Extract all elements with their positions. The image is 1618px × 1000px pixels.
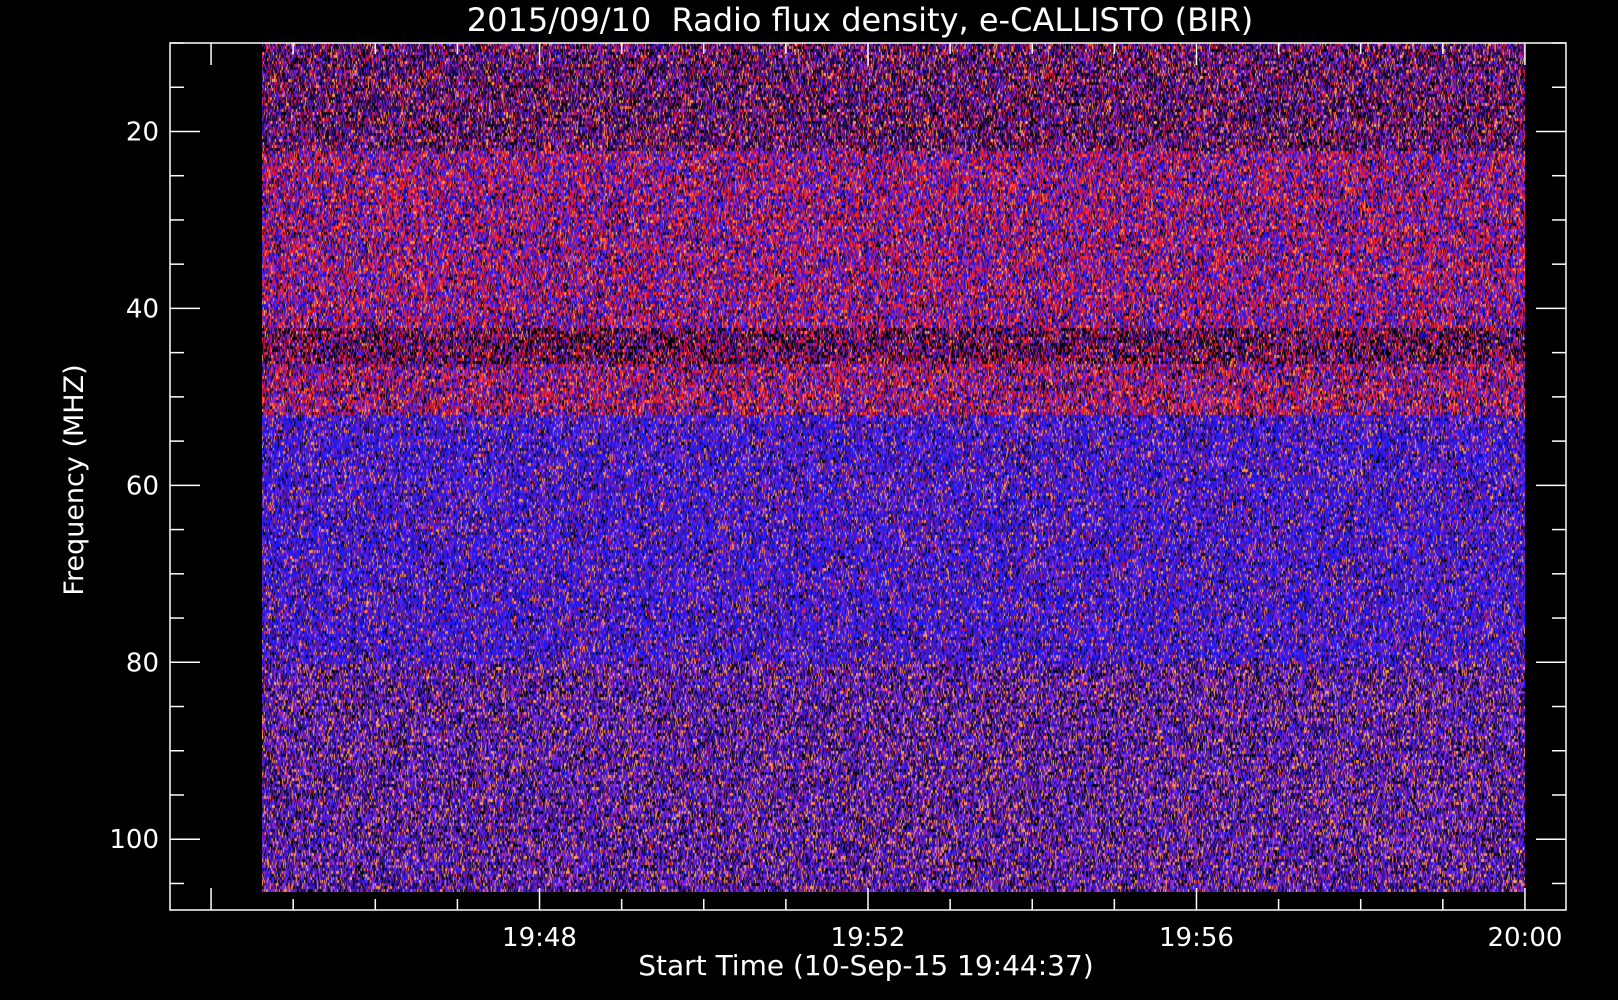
x-axis-label: Start Time (10-Sep-15 19:44:37) xyxy=(638,949,1093,982)
y-tick-label: 40 xyxy=(126,294,159,324)
x-tick-label: 19:48 xyxy=(502,923,577,953)
x-tick-label: 20:00 xyxy=(1487,923,1562,953)
y-tick-label: 100 xyxy=(109,825,159,855)
y-tick-label: 60 xyxy=(126,471,159,501)
spectrogram-heatmap xyxy=(262,43,1525,892)
y-tick-label: 80 xyxy=(126,648,159,678)
chart-title: 2015/09/10 Radio flux density, e-CALLIST… xyxy=(467,1,1253,39)
y-axis-label: Frequency (MHZ) xyxy=(59,364,90,595)
heatmap-image xyxy=(262,43,1525,892)
spectrogram-chart: 19:48 19:52 19:56 20:00 20406080100 2015/09… xyxy=(59,1,1567,982)
x-tick-label: 19:56 xyxy=(1159,923,1234,953)
y-tick-label: 20 xyxy=(126,117,159,147)
